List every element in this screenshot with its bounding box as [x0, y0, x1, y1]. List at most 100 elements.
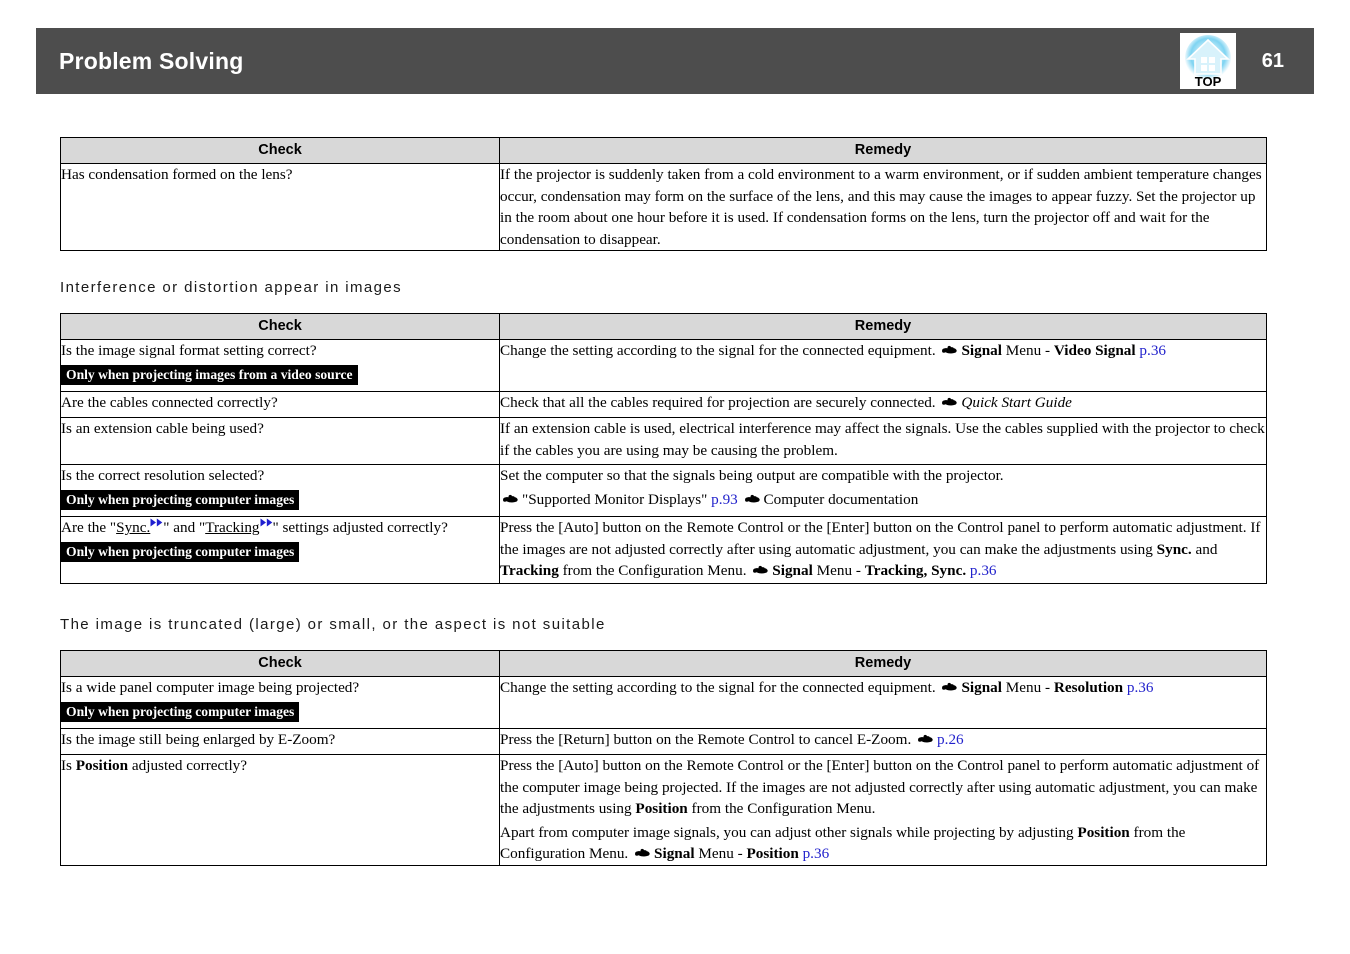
glossary-term[interactable]: Sync.	[116, 519, 150, 536]
glossary-term[interactable]: Tracking	[205, 519, 259, 536]
remedy-rich-text: If an extension cable is used, electrica…	[500, 420, 1265, 459]
check-cell: Is Position adjusted correctly?	[60, 754, 500, 866]
pointing-hand-icon	[635, 848, 650, 859]
emphasis-text: Tracking, Sync.	[864, 562, 967, 579]
table-row: Is the image signal format setting corre…	[60, 339, 1267, 392]
remedy-cell: Set the computer so that the signals bei…	[499, 464, 1267, 517]
page-link[interactable]: p.36	[1127, 679, 1154, 696]
remedy-rich-text: Change the setting according to the sign…	[500, 679, 1154, 696]
table-row: Are the "Sync. " and "Tracking " settings …	[60, 516, 1267, 584]
emphasis-text: Resolution	[1053, 679, 1124, 696]
svg-text:TOP: TOP	[1195, 74, 1222, 89]
page-number: 61	[1261, 49, 1284, 72]
remedy-cell: Check that all the cables required for p…	[499, 391, 1267, 418]
check-text: Has condensation formed on the lens?	[61, 166, 293, 183]
remedy-rich-line: Apart from computer image signals, you c…	[500, 823, 1186, 863]
page-link[interactable]: p.36	[970, 562, 997, 579]
table-condensation: Check Remedy Has condensation formed on …	[60, 137, 1267, 251]
column-header-remedy: Remedy	[499, 650, 1267, 677]
remedy-cell: Press the [Auto] button on the Remote Co…	[499, 754, 1267, 866]
check-rich-text: Is Position adjusted correctly?	[61, 757, 248, 774]
check-text: Is an extension cable being used?	[61, 420, 264, 437]
remedy-cell: Change the setting according to the sign…	[499, 676, 1267, 729]
emphasis-text: Sync.	[1156, 540, 1192, 558]
page-header-bar: Problem Solving TOP 61	[36, 28, 1314, 94]
table-row: Is an extension cable being used? If an …	[60, 417, 1267, 465]
page-title: Problem Solving	[59, 47, 244, 74]
remedy-rich-text: Press the [Auto] button on the Remote Co…	[500, 519, 1261, 579]
table-row: Is a wide panel computer image being pro…	[60, 676, 1267, 729]
column-header-remedy: Remedy	[499, 137, 1267, 164]
table-row: Has condensation formed on the lens? If …	[60, 163, 1267, 251]
top-home-logo[interactable]: TOP	[1179, 33, 1236, 89]
blue-double-triangle-icon	[260, 518, 273, 527]
pointing-hand-icon	[744, 494, 760, 505]
check-text: Is a wide panel computer image being pro…	[61, 679, 360, 696]
page-link[interactable]: p.93	[711, 491, 738, 508]
remedy-rich-text: Press the [Return] button on the Remote …	[500, 731, 964, 748]
condition-badge: Only when projecting computer images	[61, 489, 300, 510]
emphasis-text: Tracking	[500, 562, 559, 579]
blue-double-triangle-icon	[150, 518, 163, 527]
page-link[interactable]: p.36	[1139, 342, 1166, 359]
check-cell: Is the image signal format setting corre…	[60, 339, 500, 392]
pointing-hand-icon	[942, 682, 958, 693]
check-cell: Has condensation formed on the lens?	[60, 163, 500, 251]
table-header-row: Check Remedy	[60, 313, 1267, 340]
check-text: Is the correct resolution selected?	[61, 467, 265, 484]
table-interference: Check Remedy Is the image signal format …	[60, 313, 1267, 584]
header-right-group: TOP 61	[1179, 33, 1284, 89]
pointing-hand-icon	[503, 494, 518, 505]
check-cell: Are the cables connected correctly?	[60, 391, 500, 418]
remedy-rich-text: Change the setting according to the sign…	[500, 342, 1166, 359]
column-header-check: Check	[60, 650, 500, 677]
emphasis-text: Position	[746, 845, 799, 862]
italic-text: Quick Start Guide	[961, 394, 1072, 411]
remedy-text: If the projector is suddenly taken from …	[500, 166, 1262, 248]
check-cell: Is a wide panel computer image being pro…	[60, 676, 500, 729]
page-link[interactable]: p.26	[937, 731, 964, 748]
emphasis-text: Position	[1077, 823, 1130, 841]
condition-badge: Only when projecting images from a video…	[61, 364, 358, 385]
pointing-hand-icon	[753, 565, 768, 576]
remedy-rich-line: Press the [Auto] button on the Remote Co…	[500, 757, 1260, 817]
condition-badge: Only when projecting computer images	[61, 541, 300, 562]
check-rich-text: Are the "Sync. " and "Tracking " settings …	[61, 518, 448, 536]
pointing-hand-icon	[942, 345, 958, 356]
remedy-rich-line: Set the computer so that the signals bei…	[500, 467, 1004, 484]
emphasis-text: Video Signal	[1053, 342, 1136, 359]
remedy-cell: Press the [Return] button on the Remote …	[499, 728, 1267, 755]
condition-badge: Only when projecting computer images	[61, 701, 300, 722]
table-row: Are the cables connected correctly? Chec…	[60, 391, 1267, 418]
check-cell: Are the "Sync. " and "Tracking " settings …	[60, 516, 500, 584]
table-header-row: Check Remedy	[60, 650, 1267, 677]
check-text: Is the image still being enlarged by E-Z…	[61, 731, 336, 748]
emphasis-text: Signal	[961, 342, 1002, 359]
table-truncated: Check Remedy Is a wide panel computer im…	[60, 650, 1267, 866]
table-row: Is the image still being enlarged by E-Z…	[60, 728, 1267, 755]
remedy-cell: If an extension cable is used, electrica…	[499, 417, 1267, 465]
check-cell: Is an extension cable being used?	[60, 417, 500, 465]
check-cell: Is the correct resolution selected? Only…	[60, 464, 500, 517]
column-header-remedy: Remedy	[499, 313, 1267, 340]
remedy-cell: If the projector is suddenly taken from …	[499, 163, 1267, 251]
emphasis-text: Position	[75, 757, 129, 774]
check-cell: Is the image still being enlarged by E-Z…	[60, 728, 500, 755]
table-row: Is the correct resolution selected? Only…	[60, 464, 1267, 517]
check-text: Are the cables connected correctly?	[61, 394, 278, 411]
home-icon: TOP	[1179, 33, 1236, 89]
page-link[interactable]: p.36	[803, 845, 830, 862]
remedy-cell: Change the setting according to the sign…	[499, 339, 1267, 392]
column-header-check: Check	[60, 137, 500, 164]
column-header-check: Check	[60, 313, 500, 340]
emphasis-text: Signal	[772, 562, 813, 579]
pointing-hand-icon	[942, 397, 958, 408]
remedy-cell: Press the [Auto] button on the Remote Co…	[499, 516, 1267, 584]
table-header-row: Check Remedy	[60, 137, 1267, 164]
emphasis-text: Position	[635, 800, 688, 817]
remedy-rich-line: "Supported Monitor Displays" p.93 Comput…	[500, 489, 1266, 511]
emphasis-text: Signal	[961, 679, 1002, 696]
emphasis-text: Signal	[654, 845, 695, 862]
section-heading-interference: Interference or distortion appear in ima…	[60, 279, 403, 296]
table-row: Is Position adjusted correctly? Press th…	[60, 754, 1267, 866]
